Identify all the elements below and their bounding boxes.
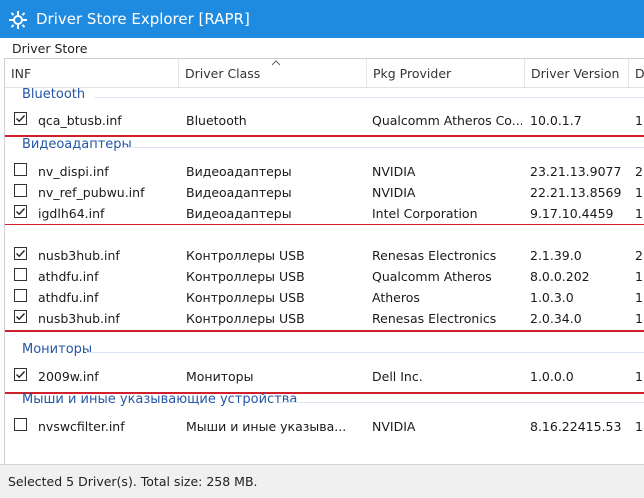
extra-cell: 1 [635, 419, 643, 434]
app-icon [9, 11, 27, 29]
highlight-underline [5, 330, 644, 332]
extra-cell: 1 [635, 113, 643, 128]
driver-class-cell: Контроллеры USB [186, 311, 305, 326]
inf-cell: qca_btusb.inf [38, 113, 122, 128]
version-cell: 1.0.0.0 [530, 369, 574, 384]
column-header: INF Driver Class Pkg Provider Driver Ver… [5, 59, 644, 88]
extra-cell: 1 [635, 311, 643, 326]
provider-cell: Qualcomm Atheros [372, 269, 492, 284]
column-pkg-provider[interactable]: Pkg Provider [367, 59, 525, 87]
row-checkbox[interactable] [14, 163, 27, 176]
extra-cell: 1 [635, 369, 643, 384]
provider-cell: Atheros [372, 290, 420, 305]
driver-row[interactable]: nv_dispi.inf Видеоадаптеры NVIDIA 23.21.13.… [5, 161, 644, 182]
provider-cell: Renesas Electronics [372, 311, 497, 326]
version-cell: 1.0.3.0 [530, 290, 574, 305]
driver-row[interactable]: qca_btusb.inf Bluetooth Qualcomm Atheros C… [5, 110, 644, 131]
provider-cell: Renesas Electronics [372, 248, 497, 263]
row-checkbox[interactable] [14, 368, 27, 381]
provider-cell: NVIDIA [372, 185, 416, 200]
row-checkbox[interactable] [14, 268, 27, 281]
extra-cell: 2 [635, 248, 643, 263]
driver-list[interactable]: INF Driver Class Pkg Provider Driver Ver… [4, 58, 644, 464]
driver-row[interactable]: 2009w.inf Мониторы Dell Inc. 1.0.0.0 1 [5, 366, 644, 387]
group-separator [5, 225, 644, 242]
inf-cell: nv_ref_pubwu.inf [38, 185, 145, 200]
provider-cell: NVIDIA [372, 419, 416, 434]
driver-row[interactable]: nusb3hub.inf Контроллеры USB Renesas Elect… [5, 245, 644, 266]
row-checkbox[interactable] [14, 247, 27, 260]
driver-row[interactable]: nv_ref_pubwu.inf Видеоадаптеры NVIDIA 22.21… [5, 182, 644, 203]
sort-ascending-icon [271, 60, 281, 66]
group-header: Мыши и иные указывающие устройства [22, 392, 298, 407]
driver-row[interactable]: athdfu.inf Контроллеры USB Qualcomm Athero… [5, 266, 644, 287]
status-bar: Selected 5 Driver(s). Total size: 258 MB… [0, 464, 644, 498]
extra-cell: 2 [635, 164, 643, 179]
extra-cell: 1 [635, 206, 643, 221]
driver-row[interactable]: athdfu.inf Контроллеры USB Atheros 1.0.3.0 1 [5, 287, 644, 308]
driver-class-cell: Bluetooth [186, 113, 247, 128]
column-d[interactable]: D [629, 59, 644, 87]
version-cell: 23.21.13.9077 [530, 164, 622, 179]
column-driver-version[interactable]: Driver Version [525, 59, 629, 87]
row-checkbox[interactable] [14, 289, 27, 302]
driver-class-cell: Мыши и иные указыва... [186, 419, 347, 434]
column-inf[interactable]: INF [5, 59, 179, 87]
group-header: Bluetooth [22, 87, 86, 102]
title-bar: Driver Store Explorer [RAPR] [0, 0, 644, 38]
version-cell: 10.0.1.7 [530, 113, 582, 128]
version-cell: 2.1.39.0 [530, 248, 582, 263]
inf-cell: nusb3hub.inf [38, 311, 120, 326]
row-checkbox[interactable] [14, 418, 27, 431]
inf-cell: nvswcfilter.inf [38, 419, 125, 434]
driver-class-cell: Контроллеры USB [186, 248, 305, 263]
provider-cell: Intel Corporation [372, 206, 478, 221]
driver-class-cell: Контроллеры USB [186, 269, 305, 284]
driver-class-cell: Контроллеры USB [186, 290, 305, 305]
group-header-line [93, 97, 644, 98]
extra-cell: 1 [635, 185, 643, 200]
group-header-line [86, 352, 644, 353]
provider-cell: Qualcomm Atheros Co... [372, 113, 522, 128]
version-cell: 22.21.13.8569 [530, 185, 622, 200]
inf-cell: nusb3hub.inf [38, 248, 120, 263]
status-text: Selected 5 Driver(s). Total size: 258 MB… [8, 474, 258, 489]
provider-cell: NVIDIA [372, 164, 416, 179]
version-cell: 8.0.0.202 [530, 269, 590, 284]
group-header-line [278, 402, 644, 403]
inf-cell: igdlh64.inf [38, 206, 105, 221]
inf-cell: athdfu.inf [38, 269, 99, 284]
row-checkbox[interactable] [14, 205, 27, 218]
driver-row[interactable]: nvswcfilter.inf Мыши и иные указыва... NVI… [5, 416, 644, 437]
group-header: Видеоадаптеры [22, 137, 132, 152]
inf-cell: athdfu.inf [38, 290, 99, 305]
version-cell: 9.17.10.4459 [530, 206, 614, 221]
inf-cell: nv_dispi.inf [38, 164, 109, 179]
extra-cell: 1 [635, 290, 643, 305]
driver-class-cell: Видеоадаптеры [186, 206, 292, 221]
row-checkbox[interactable] [14, 112, 27, 125]
driver-class-cell: Мониторы [186, 369, 254, 384]
provider-cell: Dell Inc. [372, 369, 423, 384]
group-header-line [123, 147, 644, 148]
inf-cell: 2009w.inf [38, 369, 99, 384]
group-header: Мониторы [22, 342, 93, 357]
extra-cell: 1 [635, 269, 643, 284]
driver-class-cell: Видеоадаптеры [186, 185, 292, 200]
driver-store-group-label: Driver Store [12, 41, 88, 56]
row-checkbox[interactable] [14, 310, 27, 323]
version-cell: 8.16.22415.53 [530, 419, 622, 434]
driver-class-cell: Видеоадаптеры [186, 164, 292, 179]
window-title: Driver Store Explorer [RAPR] [36, 10, 250, 28]
version-cell: 2.0.34.0 [530, 311, 582, 326]
driver-row[interactable]: nusb3hub.inf Контроллеры USB Renesas Elect… [5, 308, 644, 329]
row-checkbox[interactable] [14, 184, 27, 197]
driver-row[interactable]: igdlh64.inf Видеоадаптеры Intel Corporatio… [5, 203, 644, 224]
